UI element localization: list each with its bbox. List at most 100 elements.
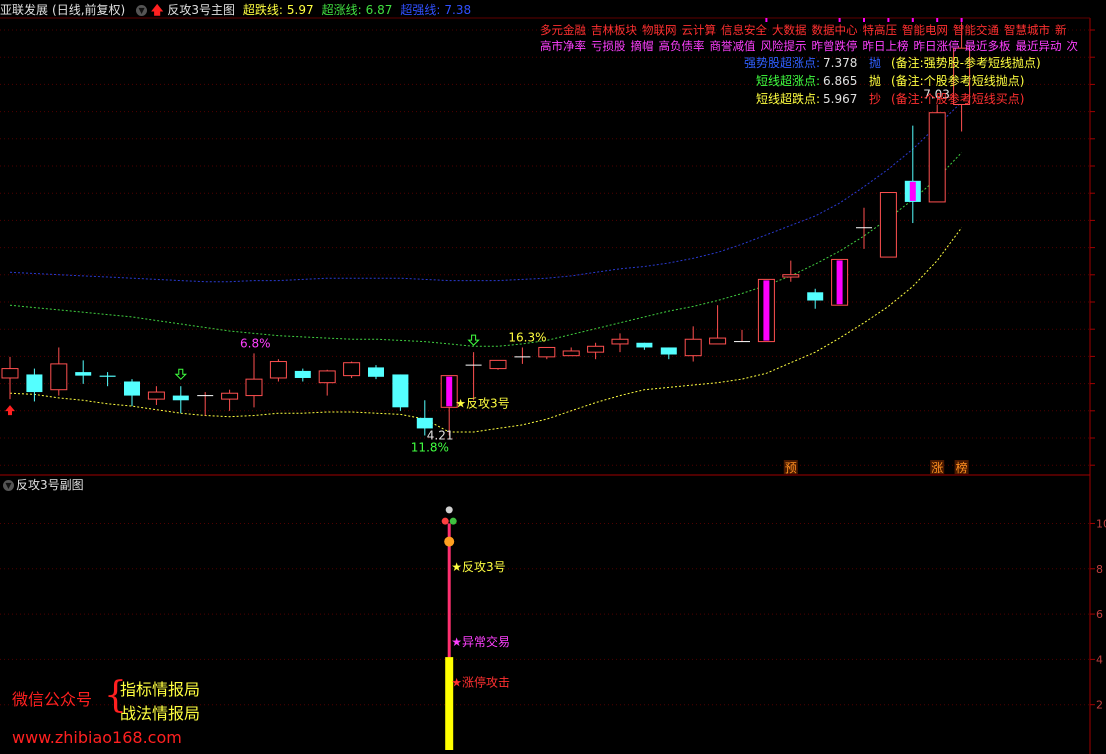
main-signal-label: ★反攻3号 xyxy=(455,396,509,410)
legend-note: (备注:个股参考短线抛点) xyxy=(891,74,1025,88)
concept-tag[interactable]: 昨日上榜 xyxy=(863,39,909,53)
price-annotation: 6.8% xyxy=(240,336,271,350)
concept-tag[interactable]: 风险提示 xyxy=(761,39,807,53)
legend-value: 7.378 xyxy=(823,56,858,70)
concept-tag[interactable]: 信息安全 xyxy=(721,23,767,37)
chart-header: 亚联发展 (日线,前复权) ▼ 🡅 反攻3号主图 超跌线: 5.97 超涨线: 6.87 超强… xyxy=(0,0,1090,20)
watermark-line2: 战法情报局 xyxy=(120,704,201,723)
middle-band-line xyxy=(9,152,962,347)
candle-body-up xyxy=(879,192,897,258)
legend-note: (备注:个股参考短线买点) xyxy=(891,92,1025,106)
concept-tag[interactable]: 高负债率 xyxy=(659,39,705,53)
legend-value: 6.865 xyxy=(823,74,858,88)
buy-arrow-icon xyxy=(5,405,15,416)
line1-label: 超跌线: xyxy=(242,3,283,17)
legend-action: 抛 xyxy=(869,56,882,70)
sub-signal-label: ★反攻3号 xyxy=(451,560,505,574)
candle-body-up xyxy=(221,392,239,400)
concept-tag[interactable]: 数据中心 xyxy=(812,23,858,37)
kline-chart[interactable]: 1086426.8%16.3%7.034.2111.8%★反攻3号预涨榜★反攻3… xyxy=(0,0,1106,754)
concept-row-1: 多元金融 吉林板块 物联网 云计算 信息安全 大数据 数据中心 特高压 智能电网 智能交通 智慧城市… xyxy=(540,22,1090,38)
concept-tag[interactable]: 高市净率 xyxy=(540,39,586,53)
watermark-line1: 指标情报局 xyxy=(120,680,201,699)
line2-label: 超涨线: xyxy=(321,3,362,17)
candle-body-up xyxy=(709,337,727,345)
period-info: (日线,前复权) xyxy=(52,3,126,17)
signal-tag: 榜 xyxy=(956,460,968,475)
concept-tag[interactable]: 亏损股 xyxy=(591,39,626,53)
candle-body-down xyxy=(368,367,384,377)
candle-body-up xyxy=(782,274,800,278)
signal-tag: 预 xyxy=(785,461,797,475)
sub-signal-label: ★涨停攻击 xyxy=(451,675,510,690)
main-indicator-name[interactable]: 反攻3号主图 xyxy=(167,3,235,17)
ball-icon xyxy=(449,517,457,525)
candle-body-down xyxy=(807,292,824,301)
concept-tag[interactable]: 多元金融 xyxy=(540,23,586,37)
candle-body-up xyxy=(611,338,629,345)
legend-row-high: 短线超涨点: 6.865 抛 (备注:个股参考短线抛点) xyxy=(720,72,1060,90)
indicator-menu-icon[interactable]: ▼ xyxy=(136,5,148,16)
concept-tag[interactable]: 智慧城市 xyxy=(1004,23,1050,37)
sub-panel-title[interactable]: 反攻3号副图 xyxy=(16,478,84,492)
candle-body-up xyxy=(245,378,263,397)
ball-icon xyxy=(445,506,453,514)
sub-signal-label: ★异常交易 xyxy=(451,634,510,649)
concept-tag[interactable]: 特高压 xyxy=(863,23,898,37)
candle-body-up xyxy=(318,370,336,384)
concept-tag[interactable]: 智能交通 xyxy=(953,23,999,37)
watermark-url: www.zhibiao168.com xyxy=(12,728,182,747)
concept-tag[interactable]: 云计算 xyxy=(682,23,717,37)
candle-body-up xyxy=(587,345,605,353)
line1-value: 5.97 xyxy=(286,3,314,17)
sub-axis-label: 4 xyxy=(1096,653,1103,666)
concept-tag[interactable]: 商誉减值 xyxy=(710,39,756,53)
candle-body-up xyxy=(343,362,361,377)
stock-title[interactable]: 亚联发展 xyxy=(0,3,48,17)
candle-body-down xyxy=(416,417,433,429)
price-annotation: 16.3% xyxy=(508,330,546,344)
candle-body-down xyxy=(636,342,653,348)
signal-bar xyxy=(763,280,770,341)
concept-tag[interactable]: 最近异动 xyxy=(1016,39,1062,53)
candle-body-up xyxy=(269,361,287,379)
legend-label: 短线超跌点: xyxy=(755,92,820,106)
candle-body-down xyxy=(660,347,677,355)
legend-action: 抛 xyxy=(869,74,882,88)
concept-tag[interactable]: 智能电网 xyxy=(902,23,948,37)
concept-tag[interactable]: 摘帽 xyxy=(631,39,654,53)
sub-indicator-menu-icon[interactable]: ▼ xyxy=(3,480,14,491)
candle-body-up xyxy=(489,359,507,370)
concept-tag[interactable]: 昨日涨停 xyxy=(914,39,960,53)
concept-tag[interactable]: 昨曾跌停 xyxy=(812,39,858,53)
signal-tag: 涨 xyxy=(931,460,943,475)
sub-axis-label: 10 xyxy=(1096,517,1106,530)
legend-row-strong: 强势股超涨点: 7.378 抛 (备注:强势股-参考短线抛点) xyxy=(720,54,1060,72)
signal-legend: 强势股超涨点: 7.378 抛 (备注:强势股-参考短线抛点) 短线超涨点: 6.865… xyxy=(720,54,1060,108)
legend-value: 5.967 xyxy=(823,92,858,106)
signal-bar xyxy=(446,376,453,407)
candle-body-up xyxy=(562,350,580,357)
candle-body-down xyxy=(26,374,43,393)
candle-body-down xyxy=(99,375,116,377)
concept-tag[interactable]: 大数据 xyxy=(772,23,807,37)
candle-body-down xyxy=(75,372,92,376)
concept-tag[interactable]: 物联网 xyxy=(642,23,677,37)
concept-tag[interactable]: 次 xyxy=(1067,39,1079,53)
candle-body-down xyxy=(172,395,189,401)
candle-body-up xyxy=(684,338,702,357)
watermark-prefix: 微信公众号 xyxy=(12,690,93,709)
candle-body-down xyxy=(294,370,311,378)
sub-panel-header: ▼ 反攻3号副图 xyxy=(0,476,84,494)
sub-axis-label: 8 xyxy=(1096,563,1103,576)
candle-body-down xyxy=(392,374,409,408)
sub-axis-label: 2 xyxy=(1096,699,1103,712)
signal-bar xyxy=(909,181,916,201)
legend-row-low: 短线超跌点: 5.967 抄 (备注:个股参考短线买点) xyxy=(720,90,1060,108)
legend-label: 短线超涨点: xyxy=(755,74,820,88)
concept-tag[interactable]: 吉林板块 xyxy=(591,23,637,37)
concept-tags: 多元金融 吉林板块 物联网 云计算 信息安全 大数据 数据中心 特高压 智能电网 智能交通 智慧城市… xyxy=(540,22,1090,54)
sub-signal-bar xyxy=(445,657,454,750)
concept-tag[interactable]: 最近多板 xyxy=(965,39,1011,53)
concept-tag[interactable]: 新 xyxy=(1055,23,1067,37)
